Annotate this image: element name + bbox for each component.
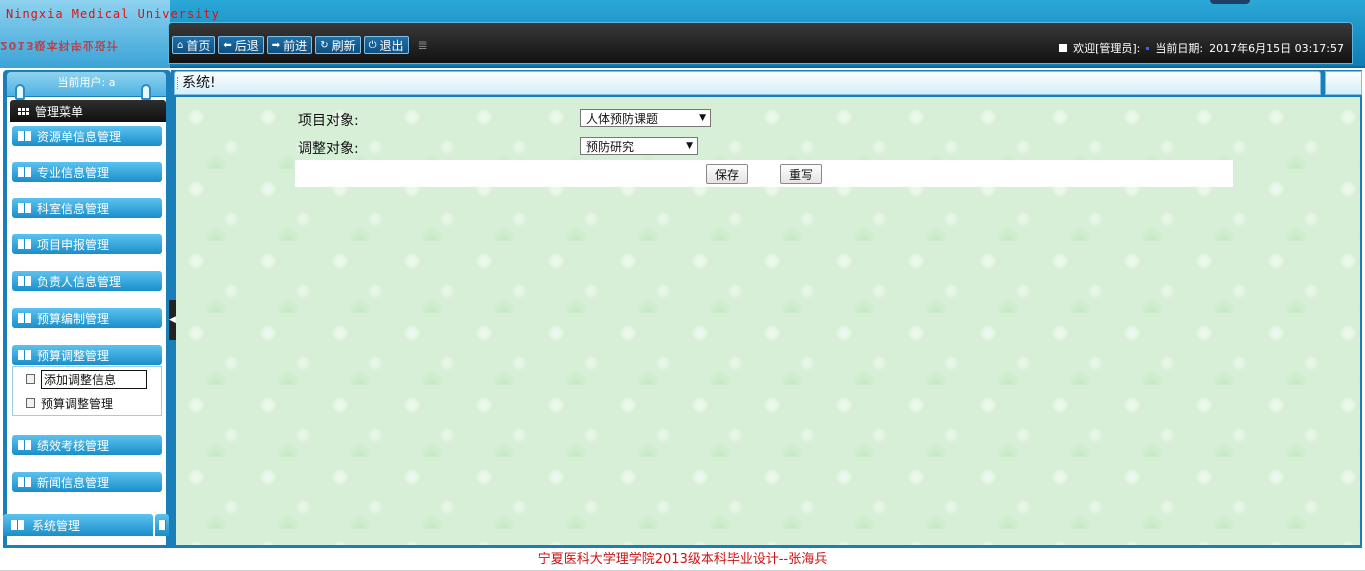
- book-icon: [18, 203, 31, 213]
- project-select[interactable]: 人体预防课题 ▼: [580, 109, 711, 127]
- back-label: 后退: [234, 38, 259, 53]
- document-icon: [26, 398, 35, 408]
- sidebar-item-label: 负责人信息管理: [37, 274, 122, 289]
- submenu-item-label: 添加调整信息: [41, 369, 147, 389]
- sidebar-item-department[interactable]: 科室信息管理: [12, 198, 162, 218]
- back-button[interactable]: ⬅ 后退: [218, 36, 264, 54]
- refresh-button[interactable]: ↻ 刷新: [315, 36, 361, 54]
- reset-button[interactable]: 重写: [780, 164, 822, 184]
- page-footer: 宁夏医科大学理学院2013级本科毕业设计--张海兵: [0, 549, 1365, 571]
- project-label: 项目对象:: [298, 113, 359, 129]
- user-info: 欢迎[管理员]: 当前日期: 2017年6月15日 03:17:57: [1059, 40, 1344, 56]
- breadcrumb-text: 系统!: [182, 75, 216, 91]
- system-extra-tab[interactable]: [155, 514, 169, 536]
- pin-right-icon: [141, 84, 151, 100]
- sidebar-item-label: 项目申报管理: [37, 237, 110, 252]
- management-menu-header[interactable]: 管理菜单: [10, 100, 166, 122]
- book-icon: [18, 477, 31, 487]
- date-value: 2017年6月15日 03:17:57: [1209, 42, 1344, 55]
- chevron-down-icon: ▼: [699, 113, 706, 123]
- welcome-text: 欢迎[管理员]:: [1073, 42, 1141, 55]
- book-icon: [18, 167, 31, 177]
- pin-left-icon: [15, 84, 25, 100]
- chevron-down-icon: ▼: [686, 141, 693, 151]
- adjust-label: 调整对象:: [298, 141, 359, 157]
- grip-icon: ≣: [417, 38, 428, 52]
- power-icon: ⏻: [368, 39, 377, 51]
- forward-button[interactable]: ➡ 前进: [266, 36, 313, 54]
- document-icon: [26, 374, 35, 384]
- brand-area: Ningxia Medical University 2013级本科毕业设计: [0, 0, 219, 68]
- refresh-label: 刷新: [331, 38, 356, 53]
- book-icon: [18, 313, 31, 323]
- book-icon: [18, 131, 31, 141]
- grid-icon: [18, 107, 29, 115]
- sidebar-collapse-toggle[interactable]: ◀: [169, 300, 176, 340]
- book-icon: [159, 520, 166, 530]
- book-icon: [18, 350, 31, 360]
- logout-label: 退出: [379, 38, 404, 53]
- forward-label: 前进: [283, 38, 308, 53]
- chevron-left-icon: ◀: [169, 315, 176, 325]
- book-icon: [11, 520, 24, 530]
- system-menu-label: 系统管理: [32, 518, 81, 533]
- top-toolbar: ⌂ 首页 ⬅ 后退 ➡ 前进 ↻ 刷新 ⏻ 退出 ≣ 欢迎[管理员]: 当前日期…: [168, 22, 1353, 64]
- sidebar-item-label: 资源单信息管理: [37, 129, 122, 144]
- arrow-right-icon: ➡: [271, 39, 281, 51]
- sidebar-item-label: 预算编制管理: [37, 311, 110, 326]
- sidebar-item-owner[interactable]: 负责人信息管理: [12, 271, 162, 291]
- breadcrumb-extension: [1325, 71, 1362, 95]
- breadcrumb: 系统!: [174, 71, 1321, 95]
- brand-subtitle: 2013级本科毕业设计: [0, 39, 119, 52]
- sidebar-item-major[interactable]: 专业信息管理: [12, 162, 162, 182]
- project-select-value: 人体预防课题: [586, 111, 659, 126]
- dot-icon: [1146, 46, 1150, 50]
- sidebar-item-label: 专业信息管理: [37, 165, 110, 180]
- home-button[interactable]: ⌂ 首页: [172, 36, 216, 54]
- sidebar-item-label: 新闻信息管理: [37, 475, 110, 490]
- sidebar-item-performance[interactable]: 绩效考核管理: [12, 435, 162, 455]
- submenu-item-label: 预算调整管理: [41, 396, 114, 411]
- top-pin-decoration: [1210, 0, 1250, 4]
- save-button[interactable]: 保存: [706, 164, 748, 184]
- sidebar-item-label: 预算调整管理: [37, 348, 110, 363]
- adjust-select[interactable]: 预防研究 ▼: [580, 137, 698, 155]
- sidebar-item-project[interactable]: 项目申报管理: [12, 234, 162, 254]
- app-header: Ningxia Medical University 2013级本科毕业设计 ⌂…: [0, 0, 1365, 68]
- logout-button[interactable]: ⏻ 退出: [363, 36, 409, 54]
- system-management-tab[interactable]: 系统管理: [3, 514, 153, 536]
- nav-buttons: ⌂ 首页 ⬅ 后退 ➡ 前进 ↻ 刷新 ⏻ 退出 ≣: [172, 36, 428, 54]
- sidebar-item-label: 绩效考核管理: [37, 438, 110, 453]
- sidebar-item-label: 科室信息管理: [37, 201, 110, 216]
- adjust-select-value: 预防研究: [586, 139, 635, 154]
- sidebar-item-news[interactable]: 新闻信息管理: [12, 472, 162, 492]
- arrow-left-icon: ⬅: [223, 39, 232, 51]
- submenu-item-budget-adjust[interactable]: 预算调整管理: [26, 393, 113, 413]
- university-name: Ningxia Medical University: [6, 7, 220, 21]
- home-label: 首页: [186, 38, 211, 53]
- refresh-icon: ↻: [320, 39, 329, 51]
- home-icon: ⌂: [177, 39, 184, 51]
- sidebar-item-budget-plan[interactable]: 预算编制管理: [12, 308, 162, 328]
- menu-title: 管理菜单: [35, 104, 84, 119]
- system-menu-bar: 系统管理: [3, 514, 169, 536]
- form-button-row: 保存 重写: [295, 160, 1233, 187]
- sidebar-item-resource[interactable]: 资源单信息管理: [12, 126, 162, 146]
- sidebar-item-budget-adjust[interactable]: 预算调整管理: [12, 345, 162, 365]
- book-icon: [18, 239, 31, 249]
- submenu-item-add-adjust[interactable]: 添加调整信息: [26, 369, 147, 389]
- book-icon: [18, 440, 31, 450]
- book-icon: [18, 276, 31, 286]
- square-icon: [1059, 44, 1068, 52]
- grip-icon: [177, 77, 180, 89]
- date-label: 当前日期:: [1155, 42, 1204, 55]
